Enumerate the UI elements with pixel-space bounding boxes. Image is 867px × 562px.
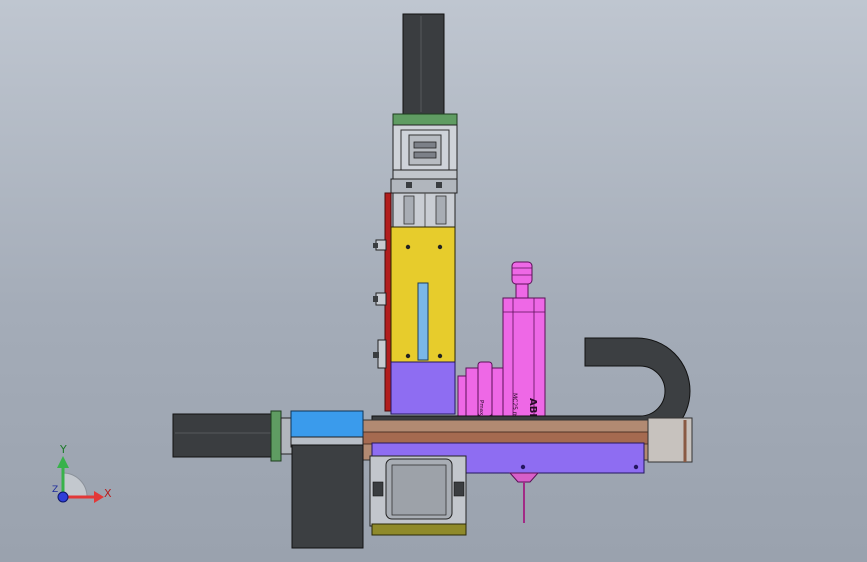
blue-slot — [417, 282, 429, 361]
x-motor-flange — [270, 410, 282, 462]
triad-x-label: X — [104, 487, 112, 500]
z-frame — [390, 178, 458, 228]
yellow-carriage — [390, 226, 456, 363]
belt-cover — [291, 444, 364, 549]
cad-viewport[interactable]: ABNOX MC25 mar Pmax 8 bar — [0, 0, 867, 562]
blue-mount — [290, 410, 364, 438]
purple-block — [390, 361, 456, 415]
coordinate-triad: Y X Z — [52, 443, 112, 503]
pneumatic-cylinders: ABNOX MC25 mar Pmax 8 bar — [457, 261, 546, 438]
triad-y-label: Y — [59, 443, 67, 456]
z-motor — [392, 13, 458, 126]
olive-base — [371, 523, 467, 536]
side-brackets — [373, 239, 387, 369]
triad-z-label: Z — [52, 485, 58, 495]
z-coupling-housing — [392, 124, 458, 180]
assembly-drawing: ABNOX MC25 mar Pmax 8 bar — [52, 13, 693, 549]
z-motor-flange — [392, 113, 458, 126]
dispensing-needle — [508, 472, 540, 523]
x-motor — [172, 410, 294, 462]
lower-motor-mount — [369, 455, 467, 536]
